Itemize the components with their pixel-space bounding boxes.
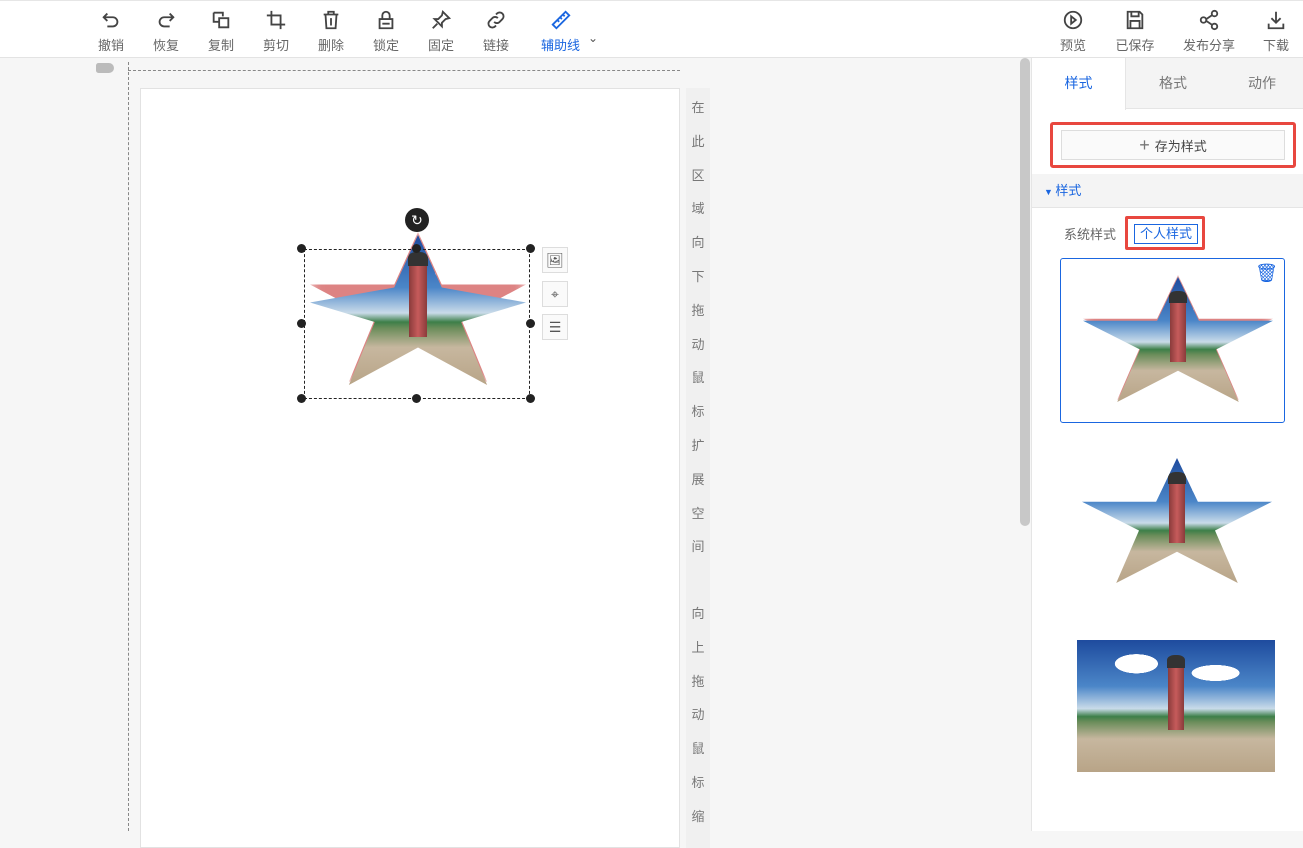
resize-handle[interactable] [297, 319, 306, 328]
tab-style[interactable]: 样式 [1032, 58, 1126, 110]
section-title: 样式 [1055, 183, 1082, 198]
play-icon [1063, 10, 1083, 30]
redo-icon [158, 12, 175, 28]
strip-char-down: 域 [691, 201, 705, 217]
crop-image-icon[interactable]: ⌖ [542, 281, 568, 307]
strip-char-up: 拖 [691, 673, 705, 689]
pin-label: 固定 [427, 38, 454, 53]
undo-icon [102, 12, 119, 28]
strip-char-down: 在 [691, 100, 705, 115]
lock-icon [378, 10, 394, 30]
subtab-personal-styles[interactable]: 个人样式 [1134, 224, 1198, 244]
personal-style-highlight: 个人样式 [1125, 216, 1205, 250]
canvas-page[interactable] [140, 88, 680, 848]
layers-icon[interactable]: ☰ [542, 314, 568, 340]
guides-button[interactable]: 辅助线 [533, 9, 588, 54]
tab-format[interactable]: 格式 [1126, 58, 1220, 109]
strip-char-up: 动 [691, 707, 705, 723]
copy-icon [212, 11, 230, 29]
resize-handle[interactable] [526, 244, 535, 253]
strip-char-down: 区 [691, 167, 705, 183]
trash-icon [323, 10, 339, 30]
strip-char-down: 间 [691, 539, 705, 555]
guides-label: 辅助线 [540, 38, 580, 53]
expand-space-strip[interactable]: 在此区域向下拖动鼠标扩展空间向上拖动鼠标缩 [686, 88, 710, 848]
strip-char-down: 鼠 [691, 370, 705, 386]
selection-box [304, 249, 530, 399]
style-card[interactable] [1060, 453, 1285, 618]
save-button[interactable]: 已保存 [1110, 9, 1160, 54]
right-panel: 样式 格式 动作 + 存为样式 ▼ 样式 系统样式 个人样式 🗑 [1031, 58, 1303, 831]
resize-handle[interactable] [297, 394, 306, 403]
strip-char-down: 扩 [691, 438, 705, 453]
resize-handle[interactable] [526, 394, 535, 403]
undo-label: 撤销 [97, 38, 124, 53]
resize-handle[interactable] [297, 244, 306, 253]
strip-char-down: 向 [691, 235, 705, 251]
strip-char-up: 鼠 [691, 741, 705, 757]
pin-button[interactable]: 固定 [416, 9, 466, 54]
plus-icon: + [1139, 135, 1155, 155]
copy-label: 复制 [207, 38, 234, 53]
preview-label: 预览 [1059, 38, 1086, 53]
rotate-icon[interactable]: ↻ [405, 208, 429, 232]
strip-char-down: 下 [691, 269, 705, 284]
redo-button[interactable]: 恢复 [141, 9, 191, 54]
preview-button[interactable]: 预览 [1048, 9, 1098, 54]
save-style-highlight: + 存为样式 [1050, 122, 1296, 168]
link-icon [487, 11, 505, 29]
lock-button[interactable]: 锁定 [361, 9, 411, 54]
download-button[interactable]: 下载 [1251, 9, 1301, 54]
strip-char-up: 缩 [691, 808, 705, 824]
strip-char-down: 拖 [691, 302, 705, 318]
redo-label: 恢复 [152, 38, 179, 53]
strip-char-down: 动 [691, 336, 705, 352]
ruler-icon [550, 10, 571, 30]
strip-char-up: 标 [691, 775, 705, 790]
strip-char-down: 此 [691, 133, 705, 149]
share-label: 发布分享 [1182, 38, 1235, 53]
share-button[interactable]: 发布分享 [1178, 9, 1240, 54]
horizontal-guide[interactable] [128, 70, 680, 71]
style-card[interactable]: 🗑 [1060, 258, 1285, 423]
replace-image-icon[interactable]: 🖼 [542, 247, 568, 273]
share-icon [1199, 9, 1219, 31]
save-as-style-label: 存为样式 [1154, 139, 1207, 154]
vertical-guide[interactable] [128, 62, 129, 831]
style-card[interactable] [1060, 640, 1285, 805]
ruler-tag-icon[interactable] [96, 63, 114, 73]
lock-label: 锁定 [372, 38, 399, 53]
trash-icon[interactable]: 🗑 [1255, 263, 1278, 284]
delete-label: 删除 [317, 38, 344, 53]
save-label: 已保存 [1115, 38, 1155, 53]
save-as-style-button[interactable]: + 存为样式 [1061, 130, 1285, 160]
strip-char-up: 上 [691, 639, 705, 655]
tab-action[interactable]: 动作 [1220, 58, 1303, 109]
download-label: 下载 [1262, 38, 1289, 53]
vertical-scrollbar[interactable] [1020, 58, 1030, 526]
copy-button[interactable]: 复制 [196, 9, 246, 54]
resize-handle[interactable] [412, 394, 421, 403]
delete-button[interactable]: 删除 [306, 9, 356, 54]
resize-handle[interactable] [412, 244, 421, 253]
guides-dropdown-chevron-icon[interactable]: ⌄ [588, 31, 598, 45]
strip-char-up: 向 [691, 606, 705, 621]
subtab-system-styles[interactable]: 系统样式 [1064, 224, 1116, 243]
download-icon [1267, 11, 1285, 30]
link-label: 链接 [482, 38, 509, 53]
toolbar: 撤销 恢复 复制 剪切 删除 锁定 固定 链接 辅助线 ⌄ 预览 已保存 发布分… [0, 0, 1303, 58]
link-button[interactable]: 链接 [471, 9, 521, 54]
strip-char-down: 空 [691, 505, 705, 521]
style-section-header[interactable]: ▼ 样式 [1032, 174, 1303, 208]
undo-button[interactable]: 撤销 [86, 9, 136, 54]
resize-handle[interactable] [526, 319, 535, 328]
strip-char-down: 展 [691, 471, 705, 487]
caret-down-icon: ▼ [1044, 187, 1056, 197]
strip-char-down: 标 [691, 404, 705, 420]
cut-button[interactable]: 剪切 [251, 9, 301, 54]
save-icon [1126, 10, 1144, 30]
crop-icon [266, 10, 286, 30]
cut-label: 剪切 [262, 38, 289, 53]
pin-icon [432, 9, 452, 29]
